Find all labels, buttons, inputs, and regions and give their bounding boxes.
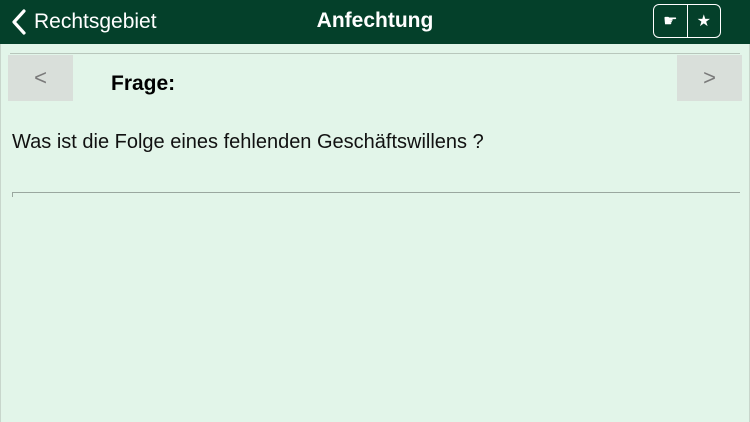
question-heading: Frage: [111,72,176,95]
answer-divider [12,192,740,193]
back-button-label: Rechtsgebiet [34,10,157,33]
navigation-bar: Rechtsgebiet Anfechtung ☛ ★ [0,0,750,44]
header-rule [10,53,740,54]
answer-divider-tick [12,192,13,197]
chevron-left-icon [12,9,26,35]
star-icon[interactable]: ★ [686,5,721,37]
question-text: Was ist die Folge eines fehlenden Geschä… [12,131,484,153]
segmented-control: ☛ ★ [653,4,721,38]
back-button[interactable]: Rechtsgebiet [12,0,157,44]
previous-button[interactable]: < [8,55,73,101]
answer-area[interactable] [0,198,750,422]
next-button[interactable]: > [677,55,742,101]
hand-icon[interactable]: ☛ [654,5,687,37]
